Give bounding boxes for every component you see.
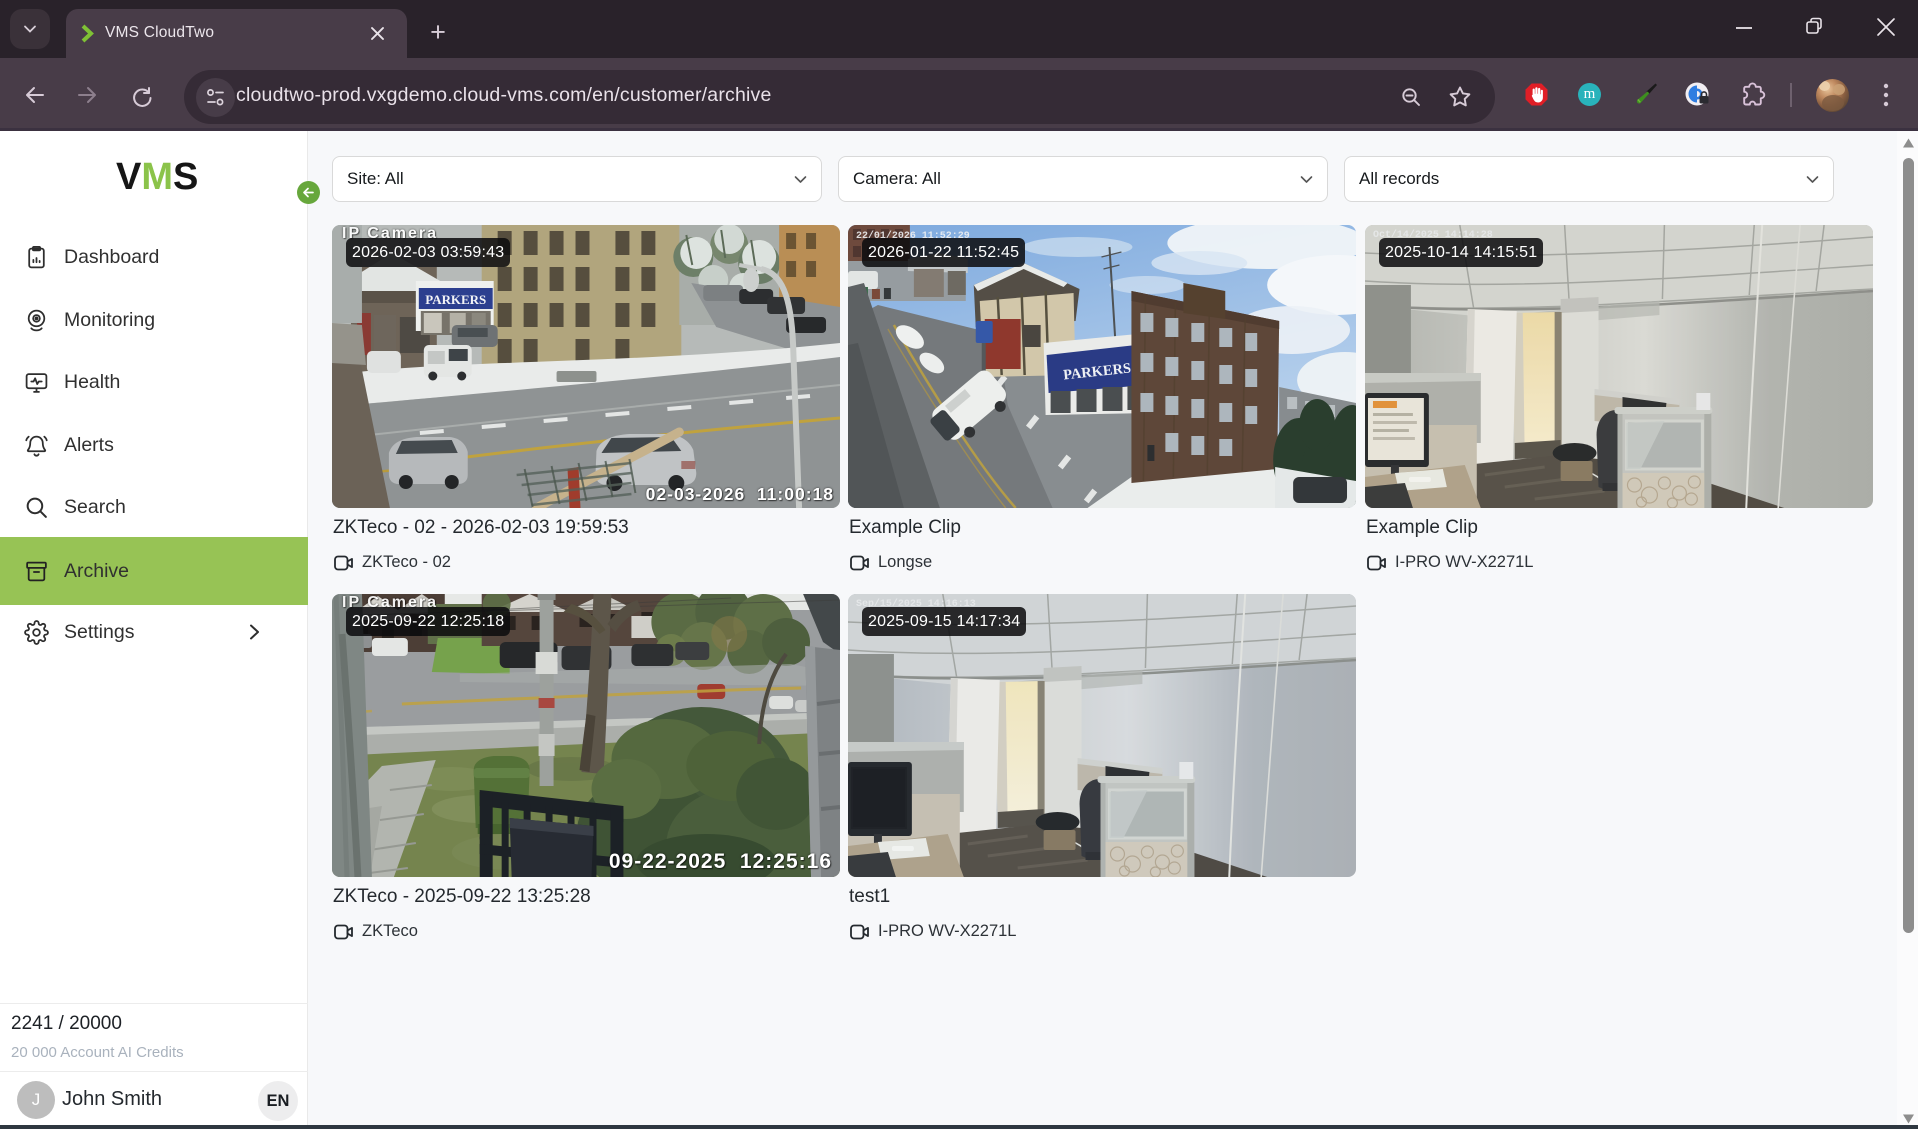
svg-text:PARKERS: PARKERS bbox=[425, 292, 486, 307]
